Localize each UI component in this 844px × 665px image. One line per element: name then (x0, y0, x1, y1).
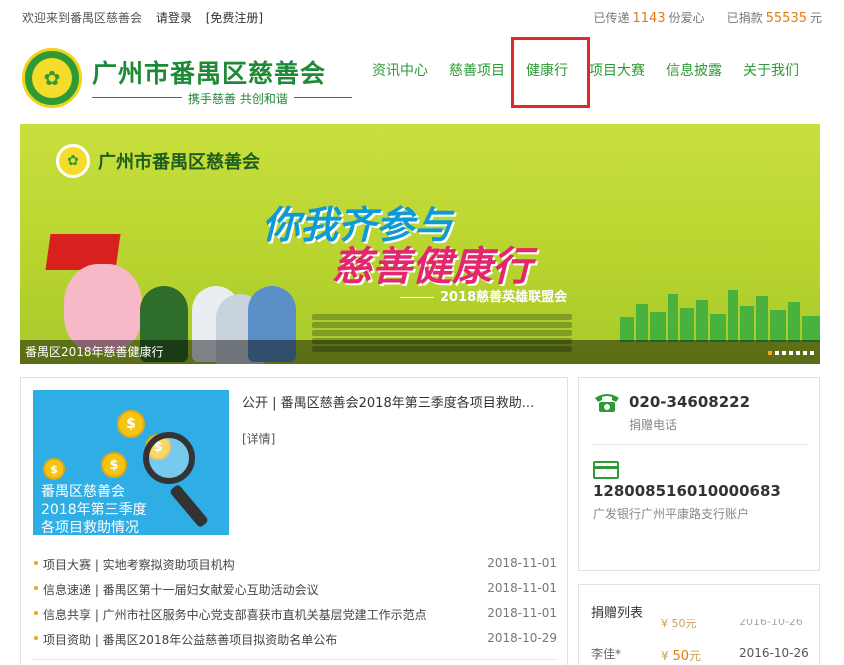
login-link[interactable]: 请登录 (156, 11, 192, 25)
love-suffix: 份爱心 (668, 11, 705, 25)
banner-city-skyline (620, 290, 820, 342)
carousel-dot[interactable] (768, 351, 772, 355)
news-date: 2018-10-29 (487, 631, 557, 645)
banner-logo: ✿ 广州市番禺区慈善会 (56, 144, 260, 178)
feature-image-line-1: 番禺区慈善会 (41, 484, 125, 500)
nav-about-us[interactable]: 关于我们 (743, 60, 799, 80)
ghost-amount: ¥ 50元 (661, 619, 697, 629)
nav-project-contest[interactable]: 项目大赛 (589, 60, 645, 80)
site-logo[interactable]: ✿ 广州市番禺区慈善会 携手慈善 共创和谐 (22, 44, 352, 114)
phone-icon (595, 394, 619, 412)
love-count: 1143 (632, 11, 666, 26)
currency-symbol: ¥ (661, 649, 669, 663)
bullet-icon (34, 586, 38, 590)
feature-detail-link[interactable]: [详情] (242, 430, 275, 447)
donation-list-panel: 捐赠列表 ¥ 50元 2016-10-26 李佳* ¥ 50元 2016-10-… (578, 584, 820, 665)
nav-disclosure[interactable]: 信息披露 (666, 60, 722, 80)
carousel-dot[interactable] (782, 351, 786, 355)
contact-panel: 020-34608222 捐赠电话 128008516010000683 广发银… (578, 377, 820, 571)
news-title[interactable]: 信息共享 | 广州市社区服务中心党支部喜获市直机关基层党建工作示范点 (43, 606, 427, 623)
banner-org-name: 广州市番禺区慈善会 (98, 152, 260, 173)
coin-icon: $ (43, 458, 65, 480)
news-item[interactable]: 项目资助 | 番禺区2018年公益慈善项目拟资助名单公布 2018-10-29 (33, 629, 557, 654)
feature-title-link[interactable]: 公开 | 番禺区慈善会2018年第三季度各项目救助... (242, 392, 557, 411)
donation-unit: 元 (689, 649, 702, 663)
news-list: 项目大赛 | 实地考察拟资助项目机构 2018-11-01 信息速递 | 番禺区… (33, 554, 557, 654)
news-item[interactable]: 项目大赛 | 实地考察拟资助项目机构 2018-11-01 (33, 554, 557, 579)
bank-account-label: 广发银行广州平康路支行账户 (593, 507, 750, 521)
nav-health-walk[interactable]: 健康行 (511, 37, 590, 108)
coin-icon: $ (117, 410, 145, 438)
top-bar-stats: 已传递 1143 份爱心 已捐款 55535 元 (593, 9, 822, 26)
nav-charity-projects[interactable]: 慈善项目 (449, 60, 505, 80)
banner-subline: 2018慈善英雄联盟会 (400, 286, 567, 305)
banner-caption: 番禺区2018年慈善健康行 (25, 345, 164, 359)
bank-card-icon (593, 461, 619, 479)
magnifier-icon (143, 432, 195, 484)
banner-emblem-icon: ✿ (56, 144, 90, 178)
banner-headline-2: 慈善健康行 (332, 244, 532, 290)
donation-prefix: 已捐款 (726, 11, 763, 25)
donation-suffix: 元 (809, 11, 822, 25)
carousel-dot[interactable] (796, 351, 800, 355)
top-bar-left: 欢迎来到番禺区慈善会 请登录 [免费注册] (22, 9, 273, 26)
news-title[interactable]: 信息速递 | 番禺区第十一届妇女献爱心互助活动会议 (43, 581, 319, 598)
feature-image-line-2: 2018年第三季度 (41, 502, 147, 518)
welcome-text: 欢迎来到番禺区慈善会 (22, 11, 143, 25)
carousel-dot[interactable] (810, 351, 814, 355)
feature-image-line-3: 各项目救助情况 (41, 520, 139, 535)
carousel-dot[interactable] (775, 351, 779, 355)
news-date: 2018-11-01 (487, 581, 557, 595)
donation-scroll-ghost: ¥ 50元 2016-10-26 (579, 619, 819, 629)
news-title[interactable]: 项目大赛 | 实地考察拟资助项目机构 (43, 556, 235, 573)
site-title: 广州市番禺区慈善会 (92, 59, 327, 88)
donation-value: 50 (672, 649, 690, 664)
coin-icon: $ (101, 452, 127, 478)
news-date: 2018-11-01 (487, 606, 557, 620)
feature-image[interactable]: $ $ $ $ 番禺区慈善会 2018年第三季度 各项目救助情况 (33, 390, 229, 535)
donor-name: 李佳* (591, 647, 622, 661)
carousel-dot[interactable] (803, 351, 807, 355)
donation-row: 李佳* ¥ 50元 2016-10-26 (579, 645, 819, 665)
banner-mascot-illustration (64, 264, 142, 352)
bank-account-number: 128008516010000683 (593, 482, 781, 500)
bullet-icon (34, 561, 38, 565)
bullet-icon (34, 611, 38, 615)
main-nav: 资讯中心 慈善项目 健康行 项目大赛 信息披露 关于我们 (372, 37, 820, 108)
hero-banner[interactable]: ✿ 广州市番禺区慈善会 你我齐参与 慈善健康行 2018慈善英雄联盟会 番禺区2… (20, 124, 820, 364)
love-prefix: 已传递 (593, 11, 630, 25)
news-title[interactable]: 项目资助 | 番禺区2018年公益慈善项目拟资助名单公布 (43, 631, 337, 648)
news-item[interactable]: 信息速递 | 番禺区第十一届妇女献爱心互助活动会议 2018-11-01 (33, 579, 557, 604)
carousel-dot[interactable] (789, 351, 793, 355)
lotus-emblem-icon: ✿ (22, 48, 82, 108)
donation-date: 2016-10-26 (739, 646, 809, 660)
news-item[interactable]: 信息共享 | 广州市社区服务中心党支部喜获市直机关基层党建工作示范点 2018-… (33, 604, 557, 629)
nav-news-center[interactable]: 资讯中心 (372, 60, 428, 80)
top-bar: 欢迎来到番禺区慈善会 请登录 [免费注册] 已传递 1143 份爱心 已捐款 55535… (0, 0, 844, 34)
ghost-date: 2016-10-26 (739, 619, 803, 628)
bullet-icon (34, 636, 38, 640)
news-panel: $ $ $ $ 番禺区慈善会 2018年第三季度 各项目救助情况 公开 | 番禺… (20, 377, 568, 665)
donation-amount-cell: ¥ 50元 (661, 647, 701, 664)
donation-amount: 55535 (765, 11, 807, 26)
donation-phone: 020-34608222 (629, 393, 751, 411)
donation-phone-label: 捐赠电话 (629, 418, 678, 432)
news-date: 2018-11-01 (487, 556, 557, 570)
carousel-indicators[interactable] (765, 351, 814, 355)
site-slogan: 携手慈善 共创和谐 (182, 90, 294, 107)
register-link[interactable]: [免费注册] (206, 11, 263, 25)
